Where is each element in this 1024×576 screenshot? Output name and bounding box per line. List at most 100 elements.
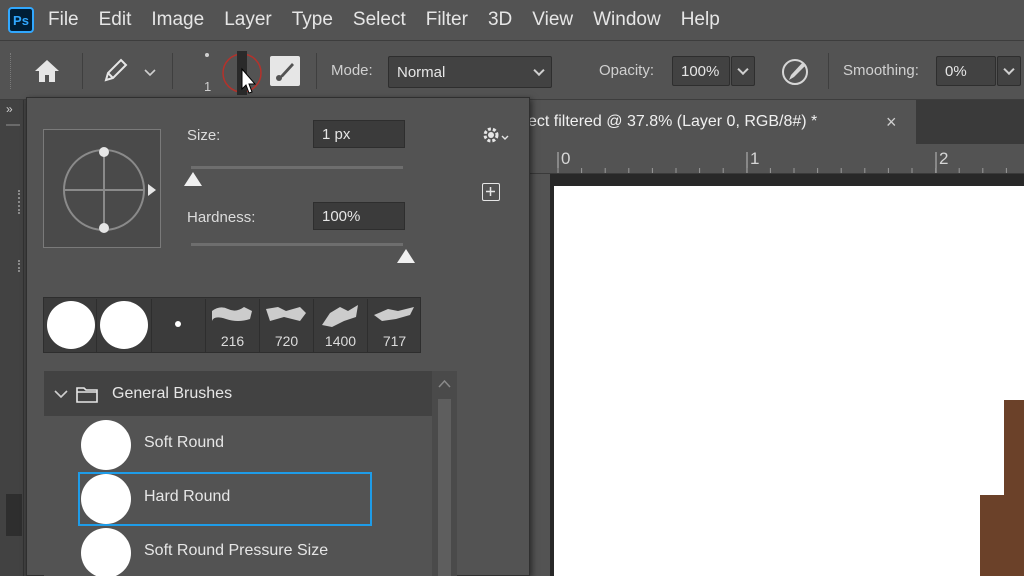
recent-brush-swatch[interactable] [98, 299, 152, 352]
brush-row-soft-round[interactable]: Soft Round [44, 418, 374, 472]
vertical-ruler[interactable] [528, 174, 550, 576]
document-canvas[interactable] [554, 186, 1024, 576]
menu-layer[interactable]: Layer [224, 9, 272, 31]
opacity-input[interactable]: 100% [672, 56, 730, 86]
brush-presets-list: General Brushes Soft Round Hard Round So… [44, 371, 457, 576]
horizontal-ruler[interactable]: 0 1 2 [528, 144, 1024, 174]
texture-brush-icon [212, 307, 252, 321]
menu-view[interactable]: View [532, 9, 573, 31]
menu-window[interactable]: Window [593, 9, 661, 31]
photoshop-logo: Ps [8, 7, 34, 33]
opacity-label: Opacity: [599, 62, 655, 79]
scroll-up-arrow-icon[interactable] [438, 380, 451, 388]
recent-brushes-strip: 216 720 1400 717 [43, 297, 421, 353]
create-new-preset-icon[interactable] [482, 183, 500, 201]
menu-file[interactable]: File [48, 9, 79, 31]
tools-panel-grip[interactable] [18, 190, 21, 214]
size-input[interactable]: 1 px [313, 120, 405, 148]
menu-bar: Ps File Edit Image Layer Type Select Fil… [0, 0, 1024, 40]
hardness-slider-track[interactable] [191, 243, 403, 246]
brush-list-scrollbar[interactable] [432, 371, 457, 576]
hardness-value: 100% [322, 207, 361, 225]
hardness-slider-thumb[interactable] [397, 249, 415, 263]
close-tab-icon[interactable]: × [886, 112, 897, 133]
brush-spacing-value: 720 [274, 333, 299, 349]
tools-panel-grip [18, 260, 21, 272]
chevron-down-icon [1003, 63, 1015, 76]
menu-3d[interactable]: 3D [488, 9, 512, 31]
menu-edit[interactable]: Edit [99, 9, 132, 31]
tool-button[interactable] [6, 494, 22, 536]
chevron-down-icon [533, 64, 545, 77]
brush-name: Soft Round [144, 434, 225, 451]
document-tab-title: ect filtered @ 37.8% (Layer 0, RGB/8#) * [528, 113, 818, 130]
recent-brush-swatch[interactable]: 216 [206, 299, 260, 352]
home-icon[interactable] [32, 58, 62, 84]
brush-spacing-value: 717 [382, 333, 407, 349]
options-separator [828, 53, 829, 89]
brush-list-area: Soft Round Hard Round Soft Round Pressur… [44, 416, 432, 576]
smoothing-dropdown-button[interactable] [997, 56, 1021, 86]
brush-preset-picker-button[interactable] [222, 47, 262, 97]
recent-brush-swatch[interactable]: 717 [368, 299, 421, 352]
menu-select[interactable]: Select [353, 9, 406, 31]
size-slider-thumb[interactable] [184, 172, 202, 186]
chevron-down-icon[interactable] [54, 389, 68, 399]
picker-settings-gear-icon[interactable] [481, 124, 509, 146]
size-slider-track[interactable] [191, 166, 403, 169]
menu-type[interactable]: Type [292, 9, 333, 31]
tool-preset-chevron-down-icon[interactable] [144, 66, 156, 78]
pressure-opacity-icon[interactable] [779, 54, 813, 88]
recent-brush-swatch[interactable]: 1400 [314, 299, 368, 352]
brush-group-name: General Brushes [112, 384, 233, 402]
texture-brush-icon [374, 307, 414, 321]
menu-help[interactable]: Help [681, 9, 720, 31]
pencil-tool-icon[interactable] [100, 56, 132, 86]
soft-round-brush-icon [81, 420, 131, 470]
menu-image[interactable]: Image [151, 9, 204, 31]
folder-icon [76, 386, 98, 403]
texture-brush-icon [266, 307, 306, 321]
options-bar-grip[interactable] [10, 53, 12, 89]
recent-brush-swatch[interactable] [45, 299, 97, 352]
mode-select[interactable]: Normal [388, 56, 552, 88]
document-tab[interactable]: ect filtered @ 37.8% (Layer 0, RGB/8#) * [528, 100, 916, 144]
canvas-brown-shape [1004, 400, 1024, 576]
options-bar: 1 Mode: Normal Opacity: 100% Smoothing: … [0, 40, 1024, 100]
scrollbar-thumb[interactable] [438, 399, 451, 576]
tools-panel: » [0, 100, 24, 576]
brush-name: Hard Round [144, 488, 231, 505]
brush-tip-dot-icon [205, 53, 209, 57]
hardness-label: Hardness: [187, 209, 256, 226]
brush-settings-panel-icon[interactable] [270, 56, 300, 86]
options-separator [82, 53, 83, 89]
smoothing-value: 0% [945, 62, 967, 80]
brush-name: Soft Round Pressure Size [144, 542, 329, 559]
canvas-brown-shape [980, 495, 1004, 576]
size-value: 1 px [322, 125, 351, 143]
mode-label: Mode: [331, 62, 373, 79]
smoothing-input[interactable]: 0% [936, 56, 996, 86]
hardness-input[interactable]: 100% [313, 202, 405, 230]
photoshop-window: Ps File Edit Image Layer Type Select Fil… [0, 0, 1024, 576]
brush-angle-roundness-preview[interactable] [43, 129, 161, 248]
recent-brush-swatch[interactable]: 720 [260, 299, 314, 352]
recent-brush-swatch[interactable] [152, 299, 206, 352]
hard-round-brush-icon [47, 301, 95, 349]
brush-preset-picker: Size: 1 px Hardness: 100% 216 720 1400 7… [26, 97, 530, 576]
options-separator [316, 53, 317, 89]
brush-group-general[interactable]: General Brushes [44, 371, 432, 416]
expand-panel-chevrons-icon[interactable]: » [6, 102, 13, 116]
menu-filter[interactable]: Filter [426, 9, 468, 31]
opacity-dropdown-button[interactable] [731, 56, 755, 86]
hard-round-brush-icon [100, 301, 148, 349]
ruler-label-0: 0 [561, 149, 571, 168]
small-dot-brush-icon [175, 321, 181, 327]
brush-row-hard-round[interactable]: Hard Round [44, 472, 374, 526]
ruler-label-1: 1 [750, 149, 760, 168]
texture-brush-icon [322, 305, 358, 327]
ruler-ticks [557, 152, 1007, 173]
brush-row-soft-round-pressure-size[interactable]: Soft Round Pressure Size [44, 526, 374, 576]
ruler-label-2: 2 [939, 149, 949, 168]
soft-round-pressure-brush-icon [81, 528, 131, 576]
